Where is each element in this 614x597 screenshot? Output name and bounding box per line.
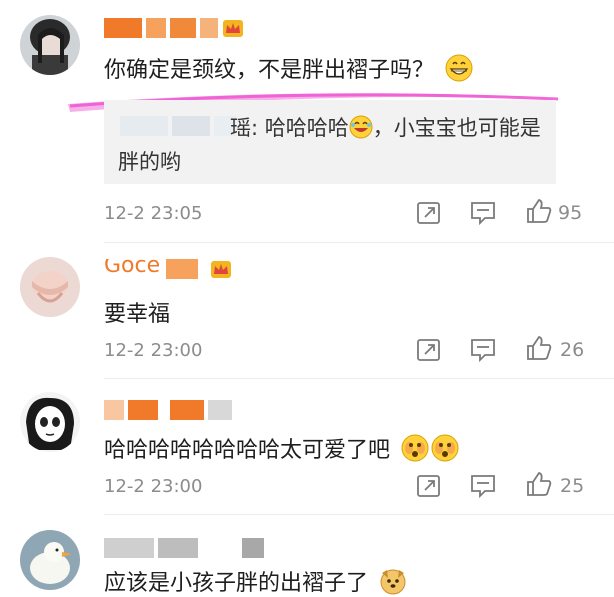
- like-icon[interactable]: [526, 471, 552, 497]
- like-icon[interactable]: [526, 335, 552, 361]
- username-redacted[interactable]: [104, 400, 232, 420]
- divider: [104, 242, 614, 243]
- username-redacted[interactable]: [104, 18, 218, 38]
- like-count: 26: [560, 339, 585, 361]
- repost-icon[interactable]: [416, 337, 442, 363]
- username-fragment: Goce: [104, 259, 161, 278]
- laugh-emoji: [349, 115, 373, 139]
- repost-icon[interactable]: [416, 200, 442, 226]
- comment-time: 12-2 23:00: [104, 340, 203, 361]
- comment-icon[interactable]: [470, 200, 496, 226]
- reply-preview[interactable]: 瑶: 哈哈哈哈 ，小宝宝也可能是 胖的哟: [104, 100, 556, 184]
- comment-time: 12-2 23:05: [104, 203, 203, 224]
- comment-time: 12-2 23:00: [104, 476, 203, 497]
- crown-badge-icon: [223, 20, 243, 37]
- dog-emoji: [380, 569, 406, 595]
- scared-emoji: [401, 434, 429, 462]
- avatar[interactable]: [20, 530, 80, 590]
- reply-text-line-2: 胖的哟: [118, 150, 181, 174]
- comment-item-1: 你确定是颈纹，不是胖出褶子吗？ 瑶: 哈哈哈哈 ，小宝宝也可能是 胖的哟 12-…: [0, 0, 614, 245]
- comment-text: 哈哈哈哈哈哈哈哈太可爱了吧: [104, 432, 459, 464]
- crown-badge-icon: [211, 261, 231, 278]
- avatar[interactable]: [20, 257, 80, 317]
- avatar[interactable]: [20, 392, 80, 452]
- username-redacted[interactable]: [104, 538, 264, 558]
- reply-username-redacted: [120, 116, 240, 136]
- scared-emoji: [431, 434, 459, 462]
- grin-emoji: [445, 54, 473, 82]
- comment-text: 应该是小孩子胖的出褶子了: [104, 565, 407, 597]
- comment-item-3: 哈哈哈哈哈哈哈哈太可爱了吧 12-2 23:00 25: [0, 380, 614, 515]
- repost-icon[interactable]: [416, 473, 442, 499]
- like-count: 95: [558, 202, 583, 224]
- comment-icon[interactable]: [470, 337, 496, 363]
- comment-item-4: 应该是小孩子胖的出褶子了: [0, 515, 614, 596]
- like-count: 25: [560, 475, 585, 497]
- comment-item-2: Goce 要幸福 12-2 23:00 26: [0, 245, 614, 380]
- like-icon[interactable]: [526, 198, 552, 224]
- comment-icon[interactable]: [470, 473, 496, 499]
- divider: [104, 378, 614, 379]
- username-partial[interactable]: Goce: [104, 259, 202, 279]
- comment-text: 你确定是颈纹，不是胖出褶子吗？: [104, 52, 473, 84]
- avatar[interactable]: [20, 15, 80, 75]
- comment-text: 要幸福: [104, 302, 171, 327]
- reply-text-line-1: 瑶: 哈哈哈哈 ，小宝宝也可能是: [230, 115, 541, 140]
